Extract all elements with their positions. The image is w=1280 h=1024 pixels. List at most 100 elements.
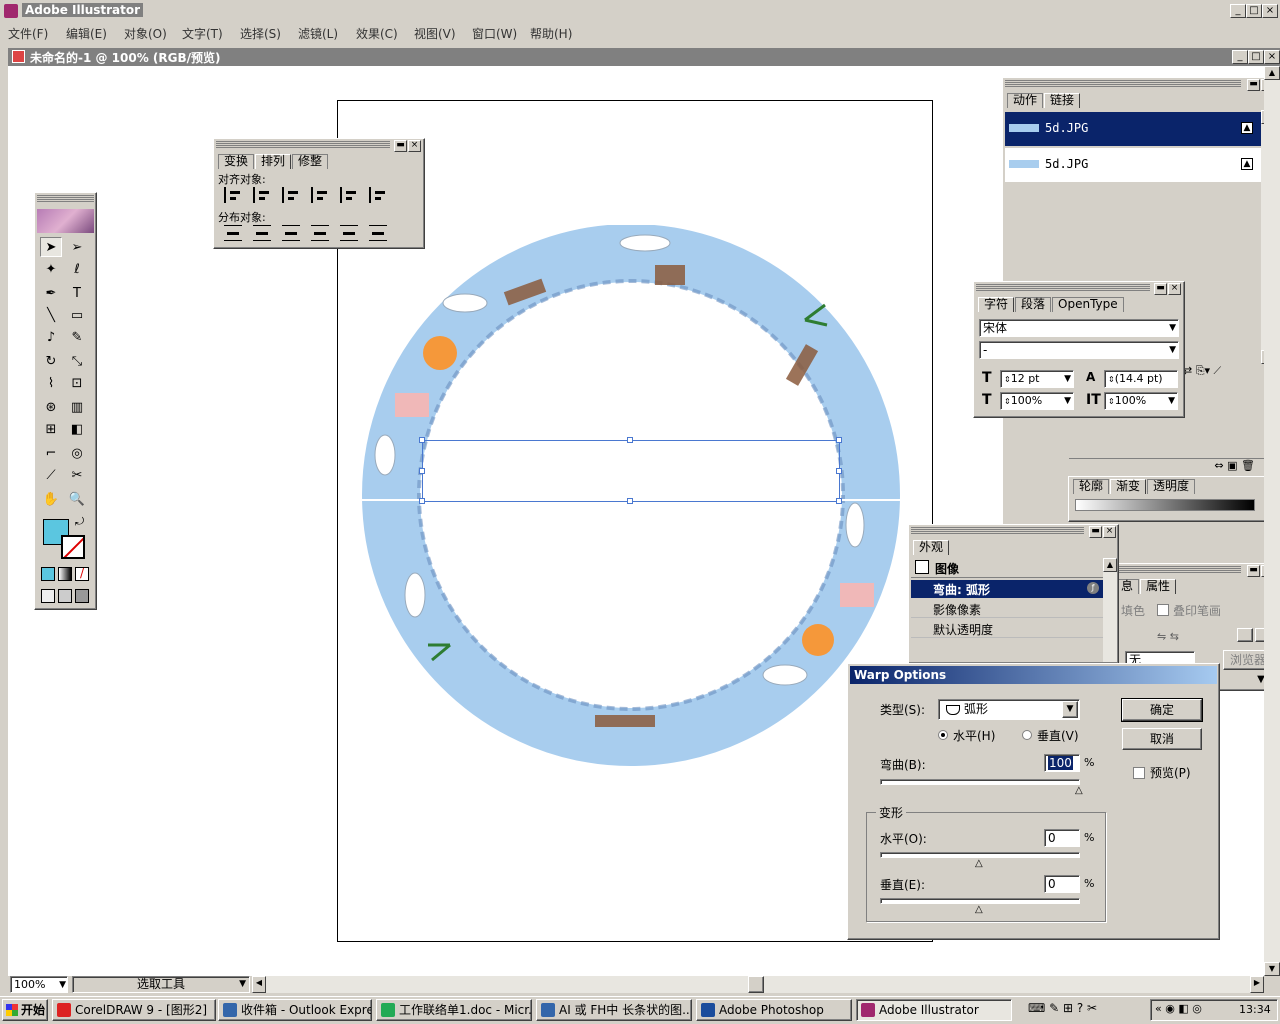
document-horizontal-scrollbar[interactable]: ◀ ▶: [252, 976, 1264, 993]
slice-tool-icon[interactable]: ⟋: [40, 465, 62, 485]
magic-wand-tool-icon[interactable]: ✦: [40, 259, 62, 279]
zoom-field[interactable]: 100% ▼: [10, 976, 68, 993]
tab-paragraph[interactable]: 段落: [1015, 297, 1052, 312]
quicklaunch-icons[interactable]: ⌨ ✎ ⊞ ? ✂: [1028, 1001, 1097, 1015]
menu-item[interactable]: 对象(O): [124, 25, 167, 42]
appearance-item-warp[interactable]: 弯曲: 弧形 ƒ: [911, 580, 1103, 598]
pencil-tool-icon[interactable]: ✎: [66, 327, 88, 347]
leading-field[interactable]: ⇕(14.4 pt): [1104, 370, 1178, 388]
taskbar-item[interactable]: CorelDRAW 9 - [图形2]: [52, 999, 216, 1021]
menu-item[interactable]: 视图(V): [414, 25, 456, 42]
appearance-item[interactable]: 影像像素: [911, 600, 1103, 618]
gradient-mode-icon[interactable]: [58, 567, 72, 581]
align-vcenter-icon[interactable]: [340, 187, 358, 203]
align-panel-minimize[interactable]: ▬: [394, 140, 407, 152]
dist-top-icon[interactable]: [224, 225, 242, 241]
tab-appearance[interactable]: 外观: [913, 540, 950, 555]
bend-slider-thumb[interactable]: △: [1075, 785, 1083, 796]
status-tool-select[interactable]: 选取工具 ▼: [72, 976, 250, 993]
menu-item[interactable]: 效果(C): [356, 25, 398, 42]
tab-gradient[interactable]: 渐变: [1110, 479, 1147, 494]
selection-handle[interactable]: [836, 468, 842, 474]
font-style-select[interactable]: - ▼: [979, 341, 1179, 359]
ok-button[interactable]: 确定: [1121, 698, 1203, 722]
rectangle-tool-icon[interactable]: ▭: [66, 305, 88, 325]
appearance-scrollbar[interactable]: ▲: [1103, 558, 1117, 662]
selection-bounding-box[interactable]: [422, 440, 840, 502]
eyedropper-tool-icon[interactable]: ⌐: [40, 443, 62, 463]
align-panel-close[interactable]: ×: [408, 140, 421, 152]
symbol-sprayer-tool-icon[interactable]: ⊛: [40, 397, 62, 417]
none-mode-icon[interactable]: /: [75, 567, 89, 581]
align-left-icon[interactable]: [224, 187, 242, 203]
selection-handle[interactable]: [627, 437, 633, 443]
distort-horizontal-input[interactable]: 0: [1044, 829, 1080, 847]
dh-slider-thumb[interactable]: △: [975, 858, 983, 869]
direct-selection-tool-icon[interactable]: ➢: [66, 237, 88, 257]
tab-arrange[interactable]: 排列: [255, 154, 292, 169]
bend-input[interactable]: 100: [1044, 754, 1080, 772]
taskbar-item[interactable]: AI 或 FH中 长条状的图...: [536, 999, 692, 1021]
preview-checkbox[interactable]: [1133, 767, 1145, 779]
start-button[interactable]: 开始: [2, 999, 48, 1021]
dist-right-icon[interactable]: [369, 225, 387, 241]
horizontal-radio[interactable]: [938, 730, 948, 740]
warp-type-select[interactable]: 弧形 ▼: [938, 699, 1080, 720]
links-footer-icons[interactable]: ⇔ ▣ 🗑: [1069, 458, 1275, 476]
links-panel-buttons[interactable]: ⇄ ⎘▾ ⟋: [1183, 364, 1221, 378]
attr-left-btn[interactable]: [1237, 628, 1253, 642]
screen-mode-full-icon[interactable]: [75, 589, 89, 603]
dist-left-icon[interactable]: [311, 225, 329, 241]
scale-tool-icon[interactable]: ⤡: [66, 351, 88, 371]
taskbar-item[interactable]: 工作联络单1.doc - Micr...: [376, 999, 532, 1021]
graph-tool-icon[interactable]: ▥: [66, 397, 88, 417]
cancel-button[interactable]: 取消: [1122, 728, 1202, 750]
align-hcenter-icon[interactable]: [253, 187, 271, 203]
appearance-panel-minimize[interactable]: ▬: [1089, 526, 1102, 538]
menu-item[interactable]: 文件(F): [8, 25, 48, 42]
vertical-scale-field[interactable]: ⇕100% ▼: [1104, 392, 1178, 410]
tab-stroke[interactable]: 轮廓: [1073, 479, 1110, 494]
blend-tool-icon[interactable]: ◎: [66, 443, 88, 463]
distort-vertical-input[interactable]: 0: [1044, 875, 1080, 893]
font-size-field[interactable]: ⇕12 pt ▼: [1000, 370, 1074, 388]
links-panel-minimize[interactable]: ▬: [1247, 79, 1260, 91]
selection-handle[interactable]: [419, 498, 425, 504]
chevron-down-icon[interactable]: ▼: [1062, 701, 1078, 718]
close-button[interactable]: ×: [1262, 4, 1278, 18]
font-family-select[interactable]: 宋体 ▼: [979, 319, 1179, 337]
tray-icons[interactable]: « ◉ ◧ ◎: [1155, 1002, 1202, 1015]
appearance-panel-close[interactable]: ×: [1103, 526, 1116, 538]
tab-links[interactable]: 链接: [1044, 93, 1081, 108]
pen-tool-icon[interactable]: ✒: [40, 283, 62, 303]
menu-item[interactable]: 选择(S): [240, 25, 281, 42]
minimize-button[interactable]: _: [1230, 4, 1246, 18]
color-mode-icon[interactable]: [41, 567, 55, 581]
tab-actions[interactable]: 动作: [1007, 93, 1044, 108]
taskbar-item[interactable]: 收件箱 - Outlook Express: [218, 999, 372, 1021]
selection-handle[interactable]: [419, 468, 425, 474]
align-right-icon[interactable]: [282, 187, 300, 203]
free-transform-tool-icon[interactable]: ⊡: [66, 373, 88, 393]
link-item[interactable]: 5d.JPG ▲: [1005, 148, 1261, 182]
tab-character[interactable]: 字符: [978, 297, 1015, 312]
hand-tool-icon[interactable]: ✋: [40, 489, 62, 509]
attributes-panel-minimize[interactable]: ▬: [1247, 565, 1260, 577]
mesh-tool-icon[interactable]: ⊞: [40, 419, 62, 439]
selection-handle[interactable]: [836, 437, 842, 443]
char-panel-minimize[interactable]: ▬: [1154, 283, 1167, 295]
appearance-item[interactable]: 默认透明度: [911, 620, 1103, 638]
tab-transform[interactable]: 变换: [218, 154, 255, 169]
overprint-checkbox[interactable]: [1157, 604, 1169, 616]
doc-close-button[interactable]: ×: [1264, 50, 1280, 64]
horizontal-scale-field[interactable]: ⇕100% ▼: [1000, 392, 1074, 410]
selection-handle[interactable]: [836, 498, 842, 504]
lasso-tool-icon[interactable]: ℓ: [66, 259, 88, 279]
line-tool-icon[interactable]: ╲: [40, 305, 62, 325]
dv-slider-thumb[interactable]: △: [975, 904, 983, 915]
screen-mode-menu-icon[interactable]: [58, 589, 72, 603]
bend-slider[interactable]: [880, 779, 1080, 785]
taskbar-item[interactable]: Adobe Photoshop: [696, 999, 852, 1021]
gradient-slider[interactable]: [1075, 499, 1255, 511]
tab-attributes[interactable]: 属性: [1140, 579, 1177, 594]
